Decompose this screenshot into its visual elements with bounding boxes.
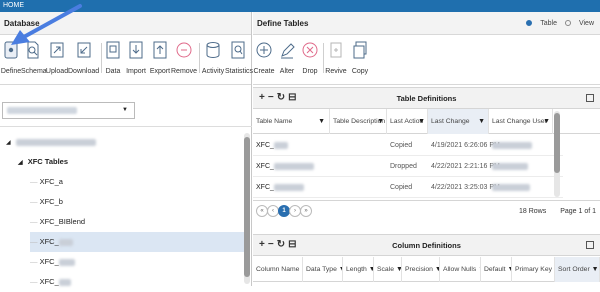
column-header-sort-order[interactable]: Sort Order ▼ (555, 257, 600, 282)
activity-icon (205, 41, 221, 59)
tree-item-table[interactable]: — XFC_b (30, 192, 63, 212)
table-definitions-header: +−↻⊟ Table Definitions (253, 87, 600, 109)
filter-icon[interactable]: ▼ (478, 109, 485, 134)
filter-icon[interactable]: ▼ (394, 266, 402, 273)
selected-database-value (7, 107, 77, 114)
filter-icon[interactable]: ▼ (418, 109, 425, 134)
statistics-button[interactable]: Statistics (225, 35, 251, 85)
tree-item-table[interactable]: — XFC_ (30, 272, 71, 292)
tree-item-table[interactable]: — XFC_BIBlend (30, 212, 85, 232)
column-header-table-name[interactable]: Table Name▼ (253, 109, 330, 134)
filter-icon[interactable]: ▼ (590, 266, 599, 273)
radio-unselected-icon (565, 20, 571, 26)
statistics-icon (230, 41, 246, 59)
column-header-last-action[interactable]: Last Action▼ (387, 109, 428, 134)
define-tables-section-title: Define Tables Table View (253, 12, 600, 35)
column-header-data-type[interactable]: Data Type ▼ (303, 257, 343, 282)
tree-root-node[interactable]: ◢ (6, 132, 96, 152)
column-header-scale[interactable]: Scale ▼ (374, 257, 402, 282)
view-mode-radio-group: Table View (520, 12, 594, 35)
page-indicator: Page 1 of 1 (560, 201, 596, 222)
column-header-primary-key[interactable]: Primary Key ▼ (512, 257, 555, 282)
column-header-table-description[interactable]: Table Description▼ (330, 109, 387, 134)
table-row[interactable]: XFC_ Copied 4/22/2021 3:25:03 PM (253, 177, 563, 198)
table-row[interactable]: XFC_ Dropped 4/22/2021 2:21:16 PM (253, 156, 563, 177)
filter-icon[interactable]: ▼ (367, 266, 374, 273)
export-button[interactable]: Export (148, 35, 172, 85)
column-header-length[interactable]: Length ▼ (343, 257, 374, 282)
activity-button[interactable]: Activity (201, 35, 225, 85)
column-header-allow-nulls[interactable]: Allow Nulls ▼ (440, 257, 481, 282)
plus-circle-icon (256, 41, 272, 59)
expand-grid-icon[interactable] (586, 94, 594, 102)
copy-icon (352, 41, 368, 59)
export-icon (152, 41, 168, 59)
filter-icon[interactable]: ▼ (433, 266, 440, 273)
remove-icon (176, 41, 192, 59)
import-icon (128, 41, 144, 59)
revive-icon (328, 41, 344, 59)
tree-item-table-selected[interactable]: — XFC_ (30, 232, 244, 252)
app-title-bar: HOME (0, 0, 600, 12)
radio-view[interactable]: View (565, 20, 594, 27)
remove-button[interactable]: Remove (171, 35, 197, 85)
define-tables-pane: Define Tables Table View Create Alter Dr… (253, 12, 600, 286)
x-circle-icon (302, 41, 318, 59)
copy-button[interactable]: Copy (348, 35, 372, 85)
filter-icon[interactable]: ▼ (318, 109, 325, 134)
table-definitions-pager: « ‹ 1 › » 18 Rows Page 1 of 1 (253, 200, 600, 221)
define-tables-toolbar: Create Alter Drop Revive Copy (253, 35, 600, 85)
expand-arrow-icon: ◢ (6, 140, 11, 146)
chevron-down-icon: ▼ (122, 107, 128, 113)
toolbar-divider (101, 43, 102, 73)
table-tree: ◢ ◢ XFC Tables — XFC_a — XFC_b — XFC_BIB… (0, 126, 252, 286)
column-definitions-column-headers: Column Name ▼ Data Type ▼ Length ▼ Scale… (253, 257, 600, 282)
table-definitions-column-headers: Table Name▼ Table Description▼ Last Acti… (253, 109, 600, 134)
table-definitions-scrollbar[interactable] (554, 111, 560, 197)
database-select[interactable]: ▼ (2, 102, 135, 119)
revive-button[interactable]: Revive (324, 35, 348, 85)
import-button[interactable]: Import (123, 35, 149, 85)
create-button[interactable]: Create (253, 35, 275, 85)
expand-grid-icon[interactable] (586, 241, 594, 249)
radio-table[interactable]: Table (526, 20, 557, 27)
data-button[interactable]: Data (103, 35, 123, 85)
tree-item-table[interactable]: — XFC_a (30, 172, 63, 192)
data-icon (105, 41, 121, 59)
annotation-arrow (0, 0, 90, 55)
toolbar-divider (199, 43, 200, 73)
column-header-last-change-user[interactable]: Last Change User▼ (489, 109, 553, 134)
tree-group-xfc-tables[interactable]: ◢ XFC Tables (18, 152, 68, 172)
column-header-column-name[interactable]: Column Name ▼ (253, 257, 303, 282)
tree-root-label (16, 139, 96, 146)
filter-icon[interactable]: ▼ (377, 109, 384, 134)
table-row[interactable]: XFC_ Copied 4/19/2021 6:26:06 PM (253, 135, 563, 156)
filter-icon[interactable]: ▼ (543, 109, 550, 134)
column-definitions-header: +−↻⊟ Column Definitions (253, 234, 600, 256)
column-header-precision[interactable]: Precision ▼ (402, 257, 440, 282)
column-header-default[interactable]: Default ▼ (481, 257, 512, 282)
tree-item-table[interactable]: — XFC_ (30, 252, 75, 272)
row-count: 18 Rows (519, 201, 546, 222)
last-page-button[interactable]: » (300, 205, 312, 217)
tree-scrollbar[interactable] (244, 133, 250, 284)
column-header-last-change[interactable]: Last Change▼ (428, 109, 489, 134)
radio-selected-icon (526, 20, 532, 26)
pencil-icon (279, 41, 295, 59)
expand-arrow-icon: ◢ (18, 160, 23, 166)
alter-button[interactable]: Alter (275, 35, 299, 85)
drop-button[interactable]: Drop (299, 35, 321, 85)
